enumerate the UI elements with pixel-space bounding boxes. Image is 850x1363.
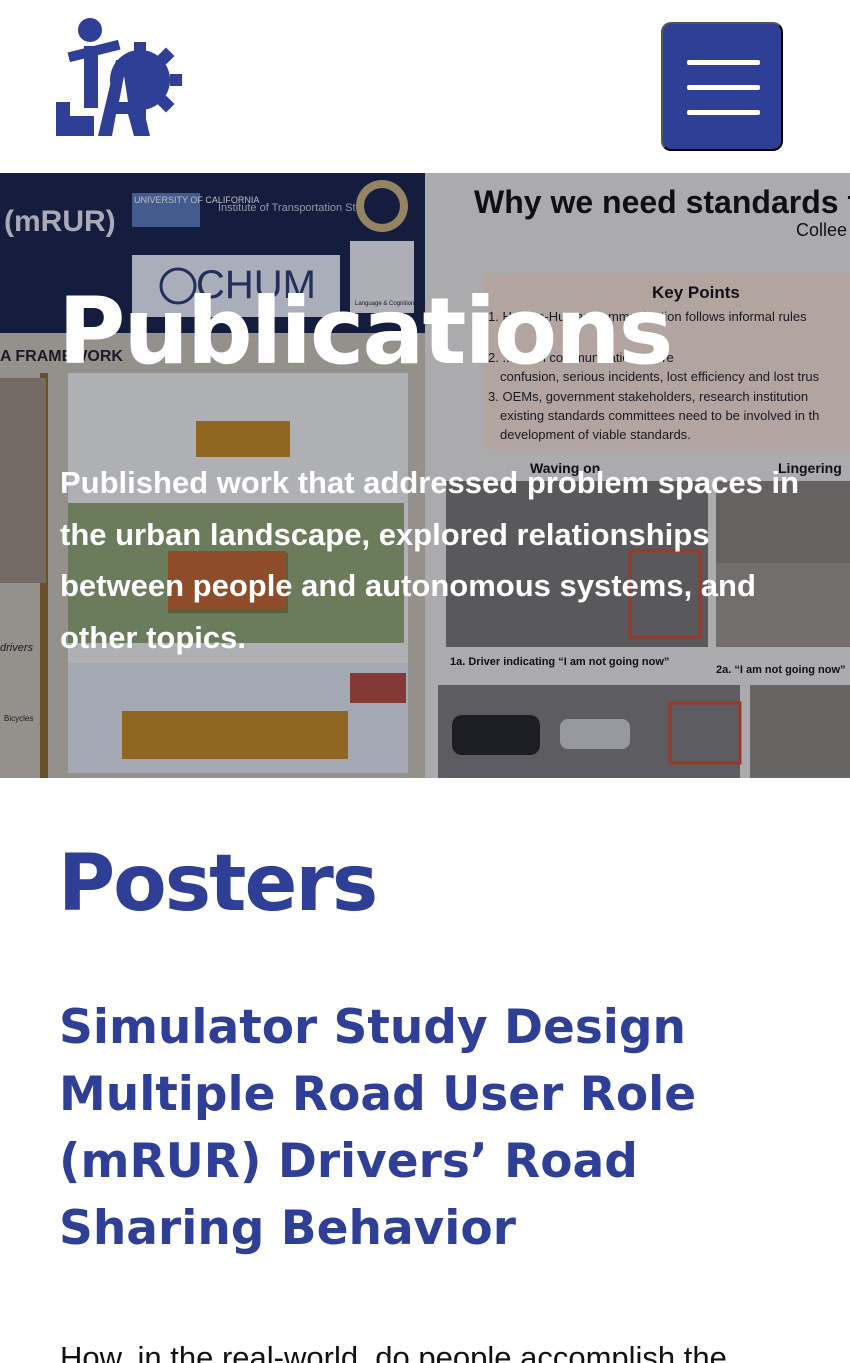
- hamburger-menu-icon-bar: [687, 110, 760, 115]
- poster-title[interactable]: Simulator Study Design Multiple Road Use…: [59, 994, 759, 1262]
- poster-description: How, in the real-world, do people accomp…: [60, 1340, 727, 1363]
- menu-button[interactable]: [661, 22, 783, 151]
- section-title-posters: Posters: [58, 839, 378, 929]
- hamburger-menu-icon: [687, 60, 760, 65]
- site-header: [0, 0, 850, 173]
- page-subtitle: Published work that addressed problem sp…: [60, 465, 800, 655]
- jap-logo[interactable]: [54, 18, 186, 140]
- hero-banner: (mRUR) UNIVERSITY OF CALIFORNIA Institut…: [0, 173, 850, 778]
- hamburger-menu-icon-bar: [687, 85, 760, 90]
- page-title: Publications: [58, 278, 673, 385]
